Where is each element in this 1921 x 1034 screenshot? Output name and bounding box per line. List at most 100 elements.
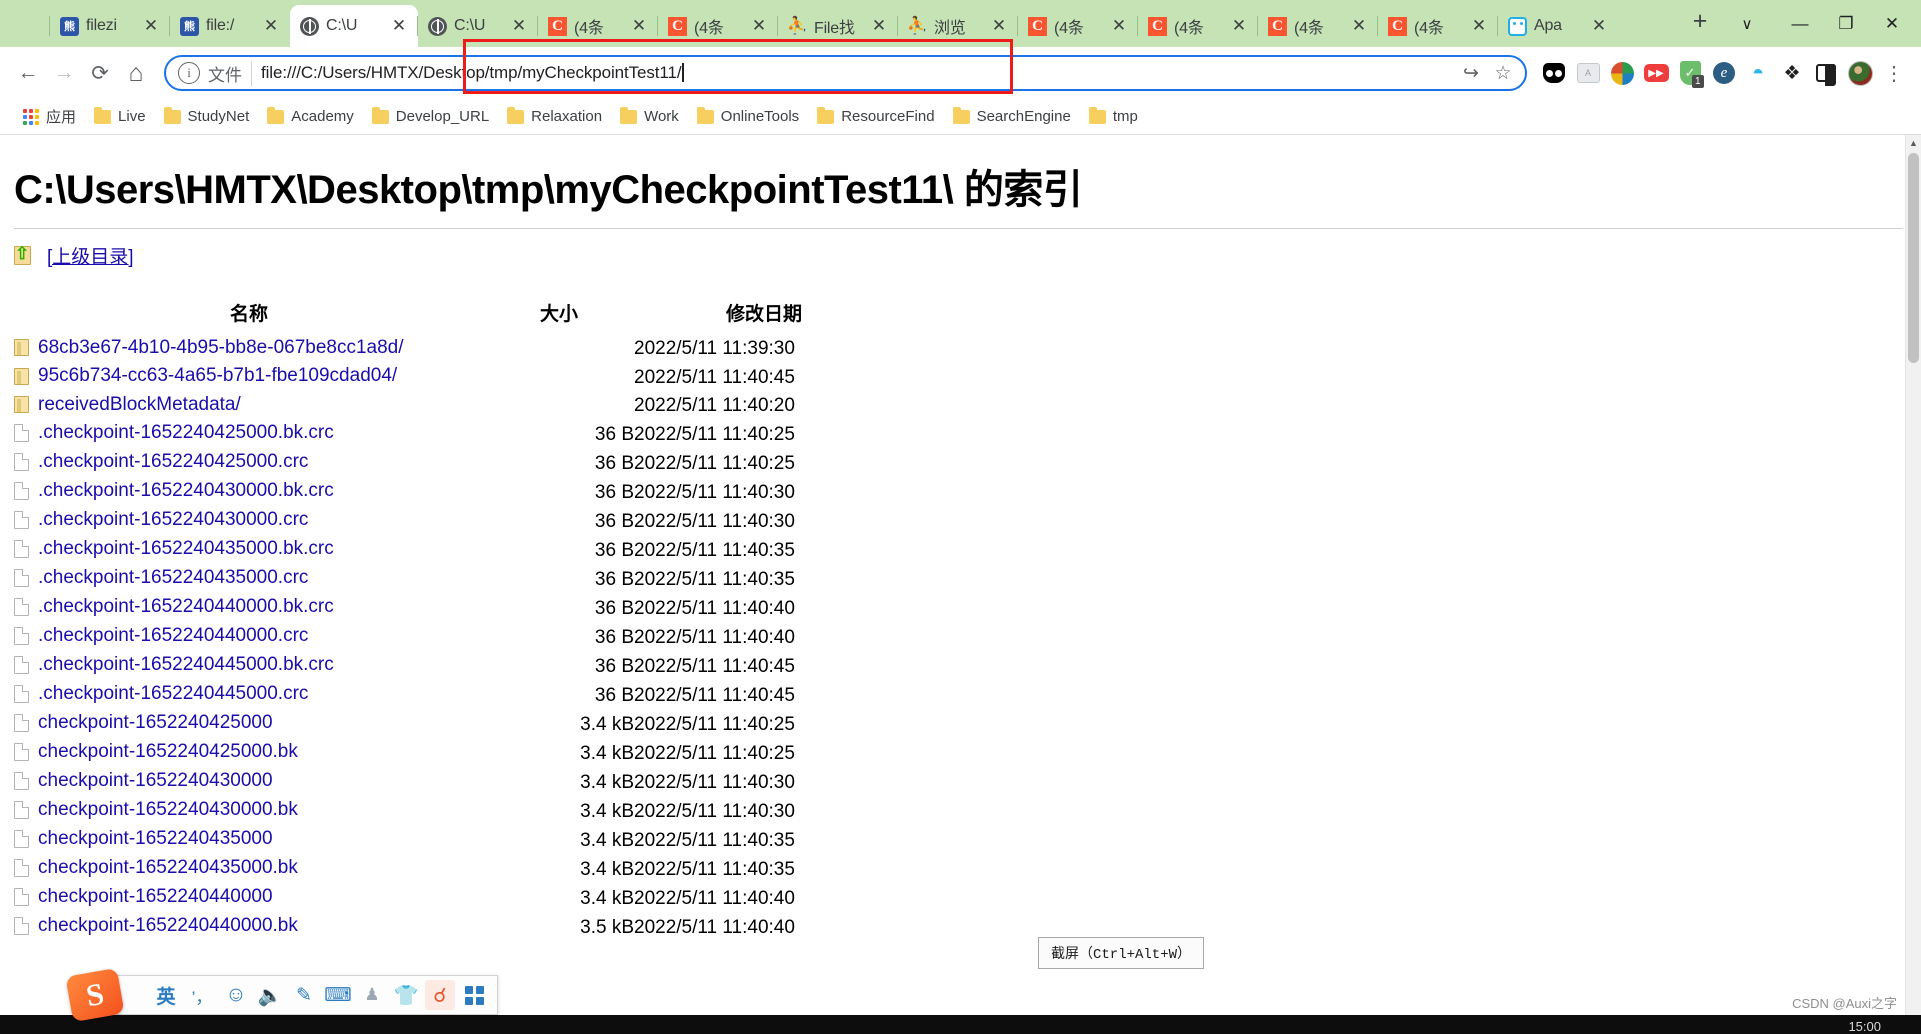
cell-name[interactable]: .checkpoint-1652240440000.crc xyxy=(14,624,484,653)
table-row[interactable]: .checkpoint-1652240445000.bk.crc36 B2022… xyxy=(14,653,894,682)
scroll-up-arrow-icon[interactable]: ▲ xyxy=(1906,135,1921,151)
cell-name[interactable]: checkpoint-1652240430000.bk xyxy=(14,798,484,827)
column-header-name[interactable]: 名称 xyxy=(14,299,484,335)
browser-tab[interactable]: ⛹File找✕ xyxy=(778,5,898,47)
cell-name[interactable]: checkpoint-1652240435000 xyxy=(14,827,484,856)
bookmark-item[interactable]: Academy xyxy=(258,104,363,129)
file-link[interactable]: .checkpoint-1652240435000.crc xyxy=(38,567,308,589)
browser-tab[interactable]: C(4条✕ xyxy=(658,5,778,47)
table-row[interactable]: checkpoint-1652240440000.bk3.5 kB2022/5/… xyxy=(14,914,894,943)
table-row[interactable]: .checkpoint-1652240435000.crc36 B2022/5/… xyxy=(14,566,894,595)
table-row[interactable]: checkpoint-16522404250003.4 kB2022/5/11 … xyxy=(14,711,894,740)
cell-name[interactable]: .checkpoint-1652240435000.bk.crc xyxy=(14,537,484,566)
file-link[interactable]: .checkpoint-1652240445000.crc xyxy=(38,683,308,705)
tab-close-icon[interactable]: ✕ xyxy=(1589,16,1609,36)
bookmark-item[interactable]: StudyNet xyxy=(155,104,259,129)
file-link[interactable]: .checkpoint-1652240425000.bk.crc xyxy=(38,422,334,444)
file-link[interactable]: .checkpoint-1652240440000.bk.crc xyxy=(38,596,334,618)
pocket-extension-icon[interactable] xyxy=(1537,56,1571,90)
idm-extension-icon[interactable] xyxy=(1605,56,1639,90)
cell-name[interactable]: .checkpoint-1652240435000.crc xyxy=(14,566,484,595)
table-row[interactable]: .checkpoint-1652240440000.bk.crc36 B2022… xyxy=(14,595,894,624)
browser-tab[interactable]: Apa✕ xyxy=(1498,5,1618,47)
back-icon[interactable]: ← xyxy=(10,55,46,91)
file-link[interactable]: checkpoint-1652240425000.bk xyxy=(38,741,298,763)
tab-close-icon[interactable]: ✕ xyxy=(141,16,161,36)
file-link[interactable]: checkpoint-1652240440000 xyxy=(38,886,273,908)
ime-punctuation[interactable]: ’， xyxy=(187,980,217,1010)
sogou-logo-icon[interactable]: S xyxy=(65,968,124,1022)
tab-close-icon[interactable]: ✕ xyxy=(989,16,1009,36)
cell-name[interactable]: checkpoint-1652240425000.bk xyxy=(14,740,484,769)
cell-name[interactable]: .checkpoint-1652240425000.crc xyxy=(14,450,484,479)
file-link[interactable]: checkpoint-1652240425000 xyxy=(38,712,273,734)
wifi-extension-icon[interactable]: ◓ xyxy=(1741,56,1775,90)
file-link[interactable]: checkpoint-1652240430000.bk xyxy=(38,799,298,821)
address-bar[interactable]: i 文件 file:///C:/Users/HMTX/Desktop/tmp/m… xyxy=(164,55,1527,91)
cell-name[interactable]: checkpoint-1652240440000.bk xyxy=(14,914,484,943)
cell-name[interactable]: .checkpoint-1652240445000.crc xyxy=(14,682,484,711)
table-row[interactable]: checkpoint-1652240435000.bk3.4 kB2022/5/… xyxy=(14,856,894,885)
parent-directory-row[interactable]: ⇧ [上级目录] xyxy=(14,242,1921,269)
file-link[interactable]: .checkpoint-1652240425000.crc xyxy=(38,451,308,473)
tab-close-icon[interactable]: ✕ xyxy=(509,16,529,36)
table-row[interactable]: checkpoint-1652240425000.bk3.4 kB2022/5/… xyxy=(14,740,894,769)
page-scrollbar[interactable]: ▲ ▼ xyxy=(1905,135,1921,1034)
tab-close-icon[interactable]: ✕ xyxy=(261,16,281,36)
youtube-downloader-icon[interactable]: ▶▶ xyxy=(1639,56,1673,90)
browser-tab[interactable]: C(4条✕ xyxy=(1258,5,1378,47)
cell-name[interactable]: checkpoint-1652240430000 xyxy=(14,769,484,798)
bookmark-apps[interactable]: 应用 xyxy=(14,102,85,131)
browser-tab[interactable]: C(4条✕ xyxy=(1378,5,1498,47)
ime-emoji[interactable]: ☺ xyxy=(221,980,251,1010)
ime-toolbox[interactable] xyxy=(459,980,489,1010)
browser-tab[interactable]: C:\U✕ xyxy=(418,5,538,47)
scrollbar-thumb[interactable] xyxy=(1908,153,1919,363)
file-link[interactable]: receivedBlockMetadata/ xyxy=(38,394,241,416)
browser-tab-active[interactable]: C:\U✕ xyxy=(290,5,418,47)
table-row[interactable]: .checkpoint-1652240425000.bk.crc36 B2022… xyxy=(14,421,894,450)
everything-extension-icon[interactable]: e xyxy=(1707,56,1741,90)
file-link[interactable]: checkpoint-1652240435000.bk xyxy=(38,857,298,879)
parent-directory-link[interactable]: [上级目录] xyxy=(47,242,134,269)
maximize-button[interactable]: ❐ xyxy=(1823,0,1869,47)
file-link[interactable]: 95c6b734-cc63-4a65-b7b1-fbe109cdad04/ xyxy=(38,365,397,387)
adblock-extension-icon[interactable]: ✓1 xyxy=(1673,56,1707,90)
home-icon[interactable]: ⌂ xyxy=(118,55,154,91)
table-row[interactable]: .checkpoint-1652240430000.crc36 B2022/5/… xyxy=(14,508,894,537)
file-link[interactable]: .checkpoint-1652240430000.crc xyxy=(38,509,308,531)
profile-avatar[interactable] xyxy=(1843,56,1877,90)
tab-close-icon[interactable]: ✕ xyxy=(389,16,409,36)
table-row[interactable]: checkpoint-1652240430000.bk3.4 kB2022/5/… xyxy=(14,798,894,827)
browser-tab[interactable]: 熊filezi✕ xyxy=(50,5,170,47)
cell-name[interactable]: receivedBlockMetadata/ xyxy=(14,392,484,421)
bookmark-item[interactable]: Live xyxy=(85,104,155,129)
cell-name[interactable]: .checkpoint-1652240430000.bk.crc xyxy=(14,479,484,508)
table-row[interactable]: checkpoint-16522404300003.4 kB2022/5/11 … xyxy=(14,769,894,798)
bookmark-item[interactable]: OnlineTools xyxy=(688,104,808,129)
ime-language-toggle[interactable]: 英 xyxy=(149,980,183,1010)
cell-name[interactable]: checkpoint-1652240425000 xyxy=(14,711,484,740)
ime-skin[interactable]: 👕 xyxy=(391,980,421,1010)
browser-tab[interactable]: C(4条✕ xyxy=(1138,5,1258,47)
forward-icon[interactable]: → xyxy=(46,55,82,91)
file-link[interactable]: checkpoint-1652240430000 xyxy=(38,770,273,792)
file-link[interactable]: checkpoint-1652240435000 xyxy=(38,828,273,850)
cell-name[interactable]: .checkpoint-1652240425000.bk.crc xyxy=(14,421,484,450)
table-row[interactable]: .checkpoint-1652240430000.bk.crc36 B2022… xyxy=(14,479,894,508)
tab-close-icon[interactable]: ✕ xyxy=(749,16,769,36)
ime-voice[interactable]: 🔈 xyxy=(255,980,285,1010)
bookmark-item[interactable]: tmp xyxy=(1080,104,1147,129)
column-header-date[interactable]: 修改日期 xyxy=(634,299,894,335)
table-row[interactable]: checkpoint-16522404400003.4 kB2022/5/11 … xyxy=(14,885,894,914)
table-row[interactable]: receivedBlockMetadata/2022/5/11 11:40:20 xyxy=(14,392,894,421)
ime-user[interactable]: ♟ xyxy=(357,980,387,1010)
table-row[interactable]: 95c6b734-cc63-4a65-b7b1-fbe109cdad04/202… xyxy=(14,364,894,393)
browser-tab[interactable]: 熊file:/✕ xyxy=(170,5,290,47)
browser-tab[interactable]: C(4条✕ xyxy=(538,5,658,47)
bookmark-item[interactable]: Relaxation xyxy=(498,104,611,129)
file-link[interactable]: checkpoint-1652240440000.bk xyxy=(38,915,298,937)
ime-softkeyboard[interactable]: ⌨ xyxy=(323,980,353,1010)
tab-close-icon[interactable]: ✕ xyxy=(629,16,649,36)
omnibox-url-text[interactable]: file:///C:/Users/HMTX/Desktop/tmp/myChec… xyxy=(261,63,684,83)
